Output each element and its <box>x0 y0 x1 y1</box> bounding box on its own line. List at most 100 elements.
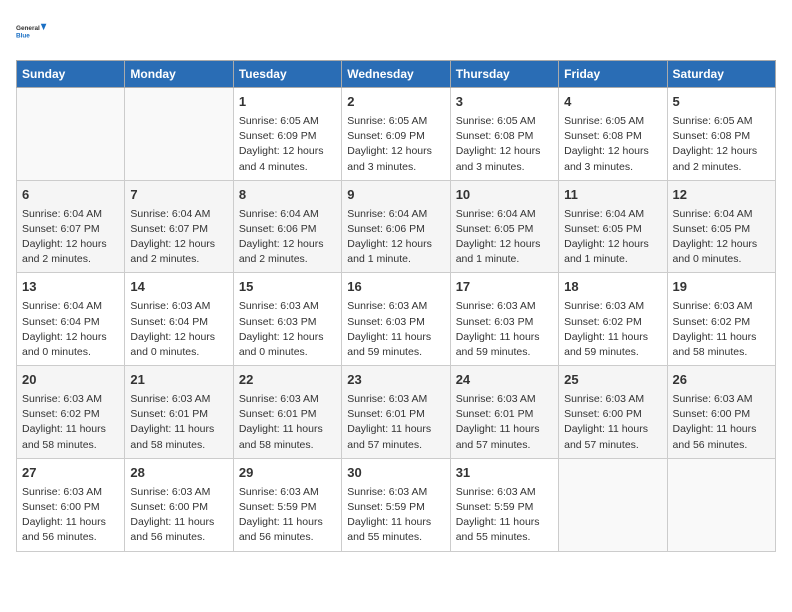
calendar-cell: 7 Sunrise: 6:04 AMSunset: 6:07 PMDaylight… <box>125 180 233 273</box>
day-number: 29 <box>239 464 336 483</box>
header-friday: Friday <box>559 61 667 88</box>
day-info: Sunrise: 6:03 AM <box>564 392 661 407</box>
day-info: Daylight: 11 hours and 56 minutes. <box>239 515 336 545</box>
calendar-cell: 6Sunrise: 6:04 AMSunset: 6:07 PMDaylight… <box>17 180 125 273</box>
calendar-week-3: 13Sunrise: 6:04 AMSunset: 6:04 PMDayligh… <box>17 273 776 366</box>
calendar-cell: 29Sunrise: 6:03 AMSunset: 5:59 PMDayligh… <box>233 458 341 551</box>
day-number: 15 <box>239 278 336 297</box>
calendar-body: 1Sunrise: 6:05 AMSunset: 6:09 PMDaylight… <box>17 88 776 552</box>
day-info: Sunset: 6:04 PM <box>130 315 227 330</box>
day-info: Sunset: 5:59 PM <box>347 500 444 515</box>
day-info: Sunrise: 6:04 AM <box>239 207 336 222</box>
day-info: Daylight: 12 hours and 2 minutes. <box>673 144 770 174</box>
day-info: Sunrise: 6:04 AM <box>130 207 227 222</box>
day-info: Sunrise: 6:03 AM <box>22 392 119 407</box>
logo-icon: GeneralBlue <box>16 16 48 48</box>
calendar-cell: 15Sunrise: 6:03 AMSunset: 6:03 PMDayligh… <box>233 273 341 366</box>
day-info: Sunrise: 6:05 AM <box>673 114 770 129</box>
day-info: Daylight: 12 hours and 0 minutes. <box>22 330 119 360</box>
calendar-cell: 24Sunrise: 6:03 AMSunset: 6:01 PMDayligh… <box>450 366 558 459</box>
day-info: Daylight: 12 hours and 2 minutes. <box>239 237 336 267</box>
calendar-week-1: 1Sunrise: 6:05 AMSunset: 6:09 PMDaylight… <box>17 88 776 181</box>
day-info: Sunrise: 6:03 AM <box>456 392 553 407</box>
day-number: 6 <box>22 186 119 205</box>
day-info: Sunrise: 6:03 AM <box>22 485 119 500</box>
calendar-cell: 11Sunrise: 6:04 AMSunset: 6:05 PMDayligh… <box>559 180 667 273</box>
day-info: Daylight: 11 hours and 55 minutes. <box>456 515 553 545</box>
calendar-cell: 21Sunrise: 6:03 AMSunset: 6:01 PMDayligh… <box>125 366 233 459</box>
day-info: Sunrise: 6:05 AM <box>564 114 661 129</box>
calendar-cell: 25Sunrise: 6:03 AMSunset: 6:00 PMDayligh… <box>559 366 667 459</box>
day-info: Daylight: 11 hours and 57 minutes. <box>347 422 444 452</box>
day-number: 17 <box>456 278 553 297</box>
header-saturday: Saturday <box>667 61 775 88</box>
day-info: Sunset: 6:09 PM <box>347 129 444 144</box>
calendar-cell: 18 Sunrise: 6:03 AMSunset: 6:02 PMDayligh… <box>559 273 667 366</box>
day-number: 10 <box>456 186 553 205</box>
day-info: Daylight: 11 hours and 58 minutes. <box>239 422 336 452</box>
calendar-week-5: 27Sunrise: 6:03 AMSunset: 6:00 PMDayligh… <box>17 458 776 551</box>
day-info: Sunset: 6:05 PM <box>564 222 661 237</box>
calendar-week-4: 20Sunrise: 6:03 AMSunset: 6:02 PMDayligh… <box>17 366 776 459</box>
calendar-cell <box>559 458 667 551</box>
day-info: Sunset: 6:04 PM <box>22 315 119 330</box>
day-info: Sunrise: 6:03 AM <box>239 392 336 407</box>
day-info: Sunrise: 6:03 AM <box>673 392 770 407</box>
calendar-cell: 20Sunrise: 6:03 AMSunset: 6:02 PMDayligh… <box>17 366 125 459</box>
header-thursday: Thursday <box>450 61 558 88</box>
header-wednesday: Wednesday <box>342 61 450 88</box>
day-info: Daylight: 12 hours and 2 minutes. <box>130 237 227 267</box>
day-info: Sunrise: 6:03 AM <box>564 299 661 314</box>
day-info: Sunset: 5:59 PM <box>456 500 553 515</box>
calendar-cell: 10Sunrise: 6:04 AMSunset: 6:05 PMDayligh… <box>450 180 558 273</box>
header-tuesday: Tuesday <box>233 61 341 88</box>
day-info: Sunset: 6:06 PM <box>347 222 444 237</box>
svg-text:Blue: Blue <box>16 32 30 39</box>
day-info: Sunrise: 6:03 AM <box>130 392 227 407</box>
calendar-cell: 19Sunrise: 6:03 AMSunset: 6:02 PMDayligh… <box>667 273 775 366</box>
calendar-cell: 31Sunrise: 6:03 AMSunset: 5:59 PMDayligh… <box>450 458 558 551</box>
day-info: Daylight: 11 hours and 56 minutes. <box>22 515 119 545</box>
day-number: 3 <box>456 93 553 112</box>
day-number: 12 <box>673 186 770 205</box>
day-number: 25 <box>564 371 661 390</box>
day-info: Sunrise: 6:03 AM <box>347 392 444 407</box>
calendar-cell <box>667 458 775 551</box>
calendar-cell: 2Sunrise: 6:05 AMSunset: 6:09 PMDaylight… <box>342 88 450 181</box>
day-info: Sunrise: 6:05 AM <box>456 114 553 129</box>
day-info: Daylight: 12 hours and 0 minutes. <box>673 237 770 267</box>
day-number: 18 <box>564 278 661 297</box>
day-info: Daylight: 12 hours and 1 minute. <box>564 237 661 267</box>
header-monday: Monday <box>125 61 233 88</box>
day-info: Daylight: 12 hours and 1 minute. <box>347 237 444 267</box>
day-info: Sunset: 6:01 PM <box>347 407 444 422</box>
day-number: 19 <box>673 278 770 297</box>
day-info: Daylight: 11 hours and 59 minutes. <box>347 330 444 360</box>
day-info: Sunrise: 6:03 AM <box>673 299 770 314</box>
calendar-cell: 28Sunrise: 6:03 AMSunset: 6:00 PMDayligh… <box>125 458 233 551</box>
day-info: Sunset: 6:03 PM <box>456 315 553 330</box>
day-info: Sunrise: 6:04 AM <box>347 207 444 222</box>
logo: GeneralBlue <box>16 16 48 48</box>
calendar-header-row: SundayMondayTuesdayWednesdayThursdayFrid… <box>17 61 776 88</box>
day-number: 11 <box>564 186 661 205</box>
day-number: 7 <box>130 186 227 205</box>
day-info: Sunrise: 6:03 AM <box>130 299 227 314</box>
day-number: 23 <box>347 371 444 390</box>
day-info: Sunrise: 6:05 AM <box>347 114 444 129</box>
day-info: Sunrise: 6:03 AM <box>239 485 336 500</box>
calendar-cell: 30Sunrise: 6:03 AMSunset: 5:59 PMDayligh… <box>342 458 450 551</box>
day-info: Sunset: 6:02 PM <box>564 315 661 330</box>
calendar-cell: 26Sunrise: 6:03 AMSunset: 6:00 PMDayligh… <box>667 366 775 459</box>
day-info: Daylight: 11 hours and 59 minutes. <box>564 330 661 360</box>
calendar-cell: 5Sunrise: 6:05 AMSunset: 6:08 PMDaylight… <box>667 88 775 181</box>
day-info: Sunrise: 6:03 AM <box>347 485 444 500</box>
calendar-table: SundayMondayTuesdayWednesdayThursdayFrid… <box>16 60 776 552</box>
calendar-cell <box>17 88 125 181</box>
day-number: 30 <box>347 464 444 483</box>
day-info: Sunrise: 6:03 AM <box>239 299 336 314</box>
calendar-cell: 13Sunrise: 6:04 AMSunset: 6:04 PMDayligh… <box>17 273 125 366</box>
day-number: 5 <box>673 93 770 112</box>
day-info: Sunset: 6:07 PM <box>130 222 227 237</box>
day-number: 28 <box>130 464 227 483</box>
